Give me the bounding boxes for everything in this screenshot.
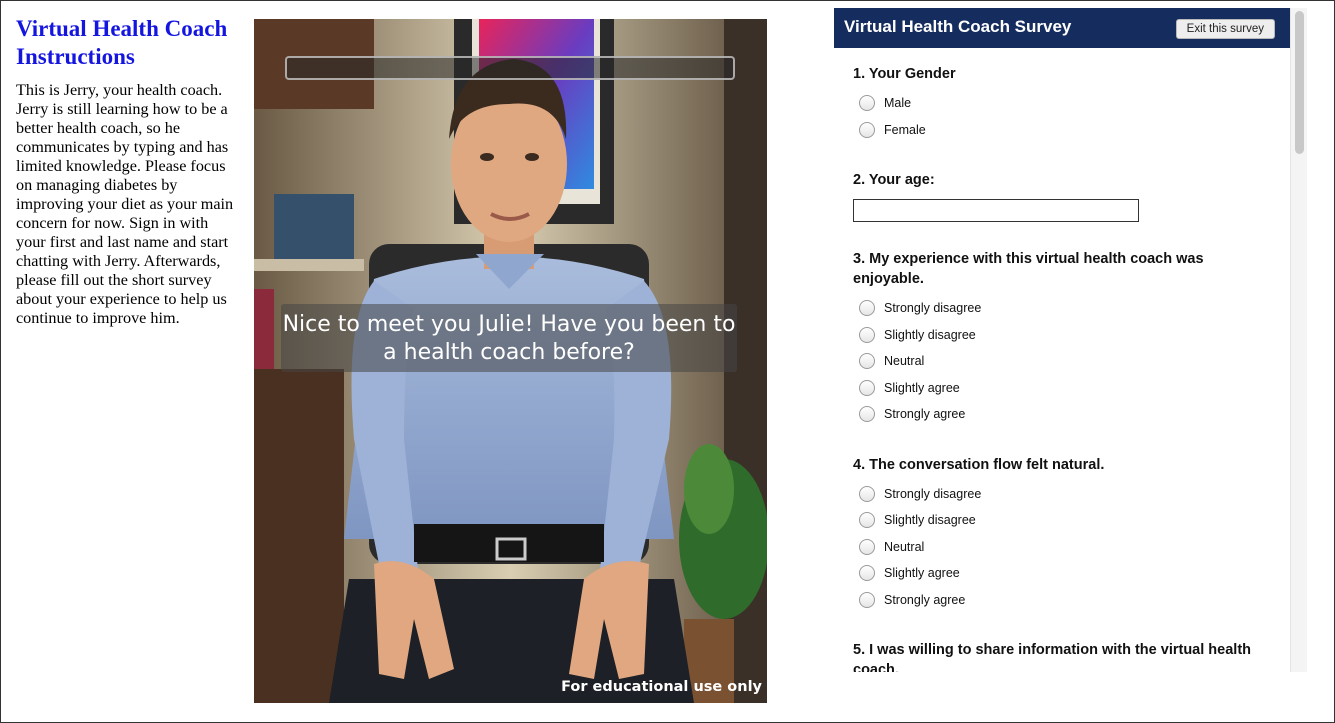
avatar-scene: Nice to meet you Julie! Have you been to… [254,19,767,703]
survey-header: Virtual Health Coach Survey Exit this su… [834,8,1290,48]
radio-button[interactable] [859,95,875,112]
option-label: Strongly disagree [884,301,982,316]
question-title: 3. My experience with this virtual healt… [853,251,1204,287]
radio-button[interactable] [859,326,875,343]
radio-button[interactable] [859,379,875,396]
chat-input-bar[interactable] [285,56,735,80]
radio-button[interactable] [859,538,875,555]
question-natural-flow: 4. The conversation flow felt natural. S… [853,455,1272,614]
option-label: Slightly disagree [884,327,976,342]
option-label: Slightly disagree [884,513,976,528]
radio-button[interactable] [859,300,875,317]
option-label: Slightly agree [884,380,960,395]
radio-button[interactable] [859,353,875,370]
age-input[interactable] [853,199,1139,222]
option-neutral[interactable]: Neutral [853,348,1272,375]
educational-watermark: For educational use only [561,679,762,695]
option-strongly-agree[interactable]: Strongly agree [853,587,1272,614]
instructions-text: This is Jerry, your health coach. Jerry … [16,81,234,327]
option-label: Male [884,96,912,111]
option-strongly-disagree[interactable]: Strongly disagree [853,295,1272,322]
instructions-panel: Virtual Health Coach Instructions This i… [16,15,241,328]
option-label: Neutral [884,539,925,554]
question-share-info: 5. I was willing to share information wi… [853,640,1272,672]
option-label: Slightly agree [884,566,960,581]
question-title: 4. The conversation flow felt natural. [853,456,1105,473]
question-title: 5. I was willing to share information wi… [853,642,1251,672]
question-age: 2. Your age: [853,170,1272,222]
option-slightly-disagree[interactable]: Slightly disagree [853,322,1272,349]
exit-survey-button[interactable]: Exit this survey [1175,19,1275,39]
question-enjoyable: 3. My experience with this virtual healt… [853,249,1272,428]
coach-speech-bubble: Nice to meet you Julie! Have you been to… [281,304,737,372]
option-label: Strongly disagree [884,486,982,501]
option-strongly-agree[interactable]: Strongly agree [853,401,1272,428]
option-label: Strongly agree [884,407,966,422]
option-neutral[interactable]: Neutral [853,534,1272,561]
survey-scrollbar[interactable] [1290,8,1307,672]
radio-button[interactable] [859,121,875,138]
option-slightly-agree[interactable]: Slightly agree [853,375,1272,402]
survey-title: Virtual Health Coach Survey [844,17,1072,36]
option-male[interactable]: Male [853,90,1272,117]
instructions-title: Virtual Health Coach Instructions [16,16,228,69]
radio-button[interactable] [859,512,875,529]
radio-button[interactable] [859,406,875,423]
option-label: Neutral [884,354,925,369]
option-label: Strongly agree [884,592,966,607]
survey-panel: Virtual Health Coach Survey Exit this su… [834,8,1290,672]
question-gender: 1. Your Gender Male Female [853,64,1272,143]
option-strongly-disagree[interactable]: Strongly disagree [853,481,1272,508]
survey-body: 1. Your Gender Male Female 2. Your age: … [834,48,1290,672]
radio-button[interactable] [859,591,875,608]
question-title: 1. Your Gender [853,66,956,82]
radio-button[interactable] [859,485,875,502]
option-female[interactable]: Female [853,117,1272,144]
option-label: Female [884,122,926,137]
scrollbar-thumb[interactable] [1295,11,1304,154]
question-title: 2. Your age: [853,172,935,188]
option-slightly-disagree[interactable]: Slightly disagree [853,507,1272,534]
option-slightly-agree[interactable]: Slightly agree [853,560,1272,587]
radio-button[interactable] [859,565,875,582]
